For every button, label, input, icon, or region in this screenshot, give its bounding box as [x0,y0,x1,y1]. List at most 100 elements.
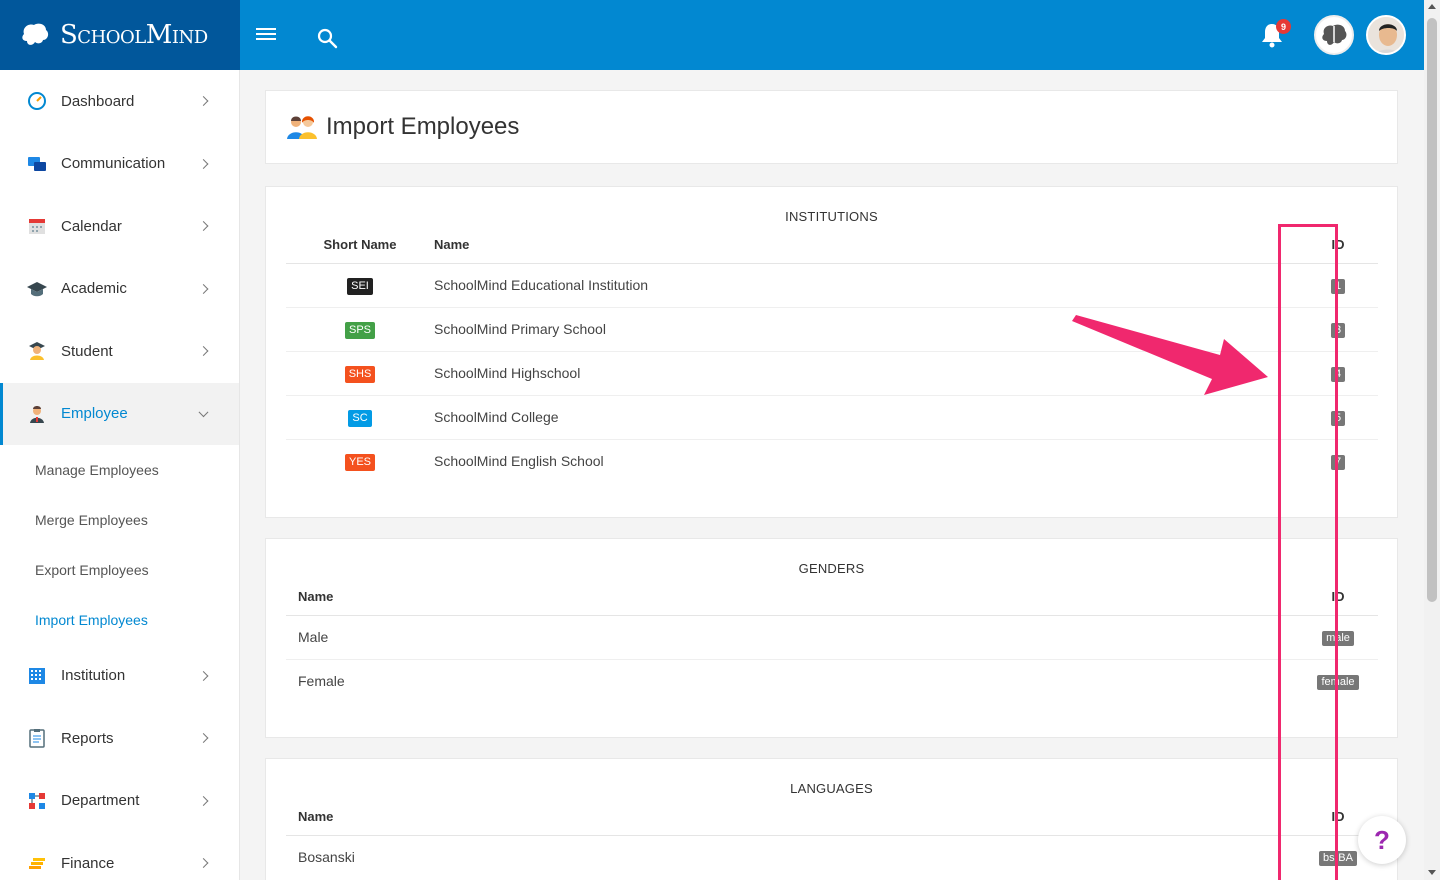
chevron-right-icon [198,96,209,107]
column-header-id[interactable]: ID [1298,227,1378,264]
help-button[interactable]: ? [1358,816,1406,864]
sidebar-item-label: Finance [61,854,115,872]
scroll-up-arrow-icon[interactable] [1428,4,1436,9]
institutions-card: INSTITUTIONS Short Name Name ID SEI Scho… [265,186,1398,518]
calendar-icon [26,215,48,237]
short-name-badge: YES [344,453,375,471]
sidebar-item-employee[interactable]: Employee [0,382,239,445]
search-icon[interactable] [316,27,340,51]
id-badge: male [1322,631,1354,646]
chevron-right-icon [198,346,209,357]
table-row: SEI SchoolMind Educational Institution 1 [286,263,1378,308]
sidebar-item-student[interactable]: Student [0,320,239,383]
genders-table: Name ID Male male Female female [286,579,1378,703]
department-nodes-icon [26,790,48,812]
scroll-thumb[interactable] [1427,18,1437,602]
chevron-right-icon [198,158,209,169]
sidebar-item-label: Department [61,792,140,810]
sidebar-subitem-merge-employees[interactable]: Merge Employees [0,495,239,545]
page-title: Import Employees [326,113,520,140]
sidebar-item-label: Academic [61,280,127,298]
gender-name: Female [298,673,345,690]
institution-name: SchoolMind English School [434,453,604,470]
chevron-right-icon [198,858,209,869]
id-badge: 3 [1330,323,1346,338]
chevron-right-icon [198,283,209,294]
sidebar-subitem-manage-employees[interactable]: Manage Employees [0,445,239,495]
table-row: Bosanski bs-BA [286,835,1378,879]
institution-avatar[interactable] [1314,15,1354,55]
institution-name: SchoolMind College [434,395,1298,440]
sidebar-subitem-import-employees[interactable]: Import Employees [0,595,239,645]
page-header-card: Import Employees [265,90,1398,164]
chevron-right-icon [198,221,209,232]
brain-icon [1322,24,1347,45]
column-header-id[interactable]: ID [1298,579,1378,616]
hamburger-menu-icon[interactable] [256,25,282,45]
page-scrollbar[interactable] [1424,0,1440,880]
column-header-short-name[interactable]: Short Name [286,227,434,264]
genders-card: GENDERS Name ID Male male Female female [265,538,1398,738]
sidebar-item-label: Employee [61,405,128,422]
table-row: Male male [286,615,1378,660]
sidebar-item-communication[interactable]: Communication [0,133,239,196]
gender-name: Male [286,615,1298,660]
institution-name: SchoolMind Highschool [434,351,1298,396]
student-icon [26,340,48,362]
languages-card: LANGUAGES Name ID Bosanski bs-BA [265,758,1398,880]
sidebar-item-reports[interactable]: Reports [0,707,239,770]
chevron-right-icon [198,670,209,681]
employees-group-icon [287,116,317,139]
languages-table: Name ID Bosanski bs-BA [286,799,1378,879]
sidebar-item-label: Reports [61,729,114,747]
brain-logo-icon [22,23,49,45]
building-grid-icon [26,665,48,687]
table-row: YES SchoolMind English School 7 [286,439,1378,483]
chevron-right-icon [198,733,209,744]
column-header-name[interactable]: Name [286,799,1298,836]
notification-count-badge: 9 [1276,19,1291,34]
brand[interactable]: SchoolMind [0,0,240,70]
id-badge: bs-BA [1319,851,1357,867]
short-name-badge: SC [348,409,372,427]
brand-name: SchoolMind [60,20,208,50]
sidebar-item-label: Institution [61,667,126,685]
id-badge: 1 [1330,279,1346,294]
sidebar-item-label: Communication [61,155,166,173]
sidebar-item-institution[interactable]: Institution [0,645,239,708]
table-row: SC SchoolMind College 5 [286,395,1378,440]
coins-icon [26,852,48,874]
id-badge: 7 [1330,455,1346,471]
employee-icon [26,403,48,425]
sidebar-item-department[interactable]: Department [0,770,239,833]
id-badge: 4 [1330,367,1346,382]
short-name-badge: SEI [347,277,373,295]
sidebar-item-label: Dashboard [61,92,135,110]
column-header-name[interactable]: Name [286,579,1298,616]
graduation-cap-icon [26,278,48,300]
sidebar-item-label: Student [61,342,113,360]
sidebar-item-label: Calendar [61,217,122,235]
short-name-badge: SPS [344,321,375,339]
dashboard-gauge-icon [26,90,48,112]
sidebar-item-finance[interactable]: Finance [0,832,239,880]
sidebar-item-calendar[interactable]: Calendar [0,195,239,258]
institution-name: SchoolMind Primary School [434,307,1298,352]
language-name: Bosanski [298,849,355,866]
chat-bubbles-icon [26,153,48,175]
genders-section-title: GENDERS [798,561,865,576]
user-avatar[interactable] [1366,15,1406,55]
table-row: Female female [286,659,1378,703]
chevron-right-icon [198,795,209,806]
institutions-table: Short Name Name ID SEI SchoolMind Educat… [286,227,1378,483]
table-row: SPS SchoolMind Primary School 3 [286,307,1378,352]
institution-name: SchoolMind Educational Institution [434,263,1298,308]
sidebar-item-academic[interactable]: Academic [0,258,239,321]
sidebar-item-dashboard[interactable]: Dashboard [0,70,239,133]
column-header-name[interactable]: Name [434,227,1298,264]
short-name-badge: SHS [344,365,376,383]
sidebar-subitem-export-employees[interactable]: Export Employees [0,545,239,595]
scroll-down-arrow-icon[interactable] [1428,870,1436,875]
languages-section-title: LANGUAGES [790,781,873,796]
institutions-section-title: INSTITUTIONS [785,209,878,224]
